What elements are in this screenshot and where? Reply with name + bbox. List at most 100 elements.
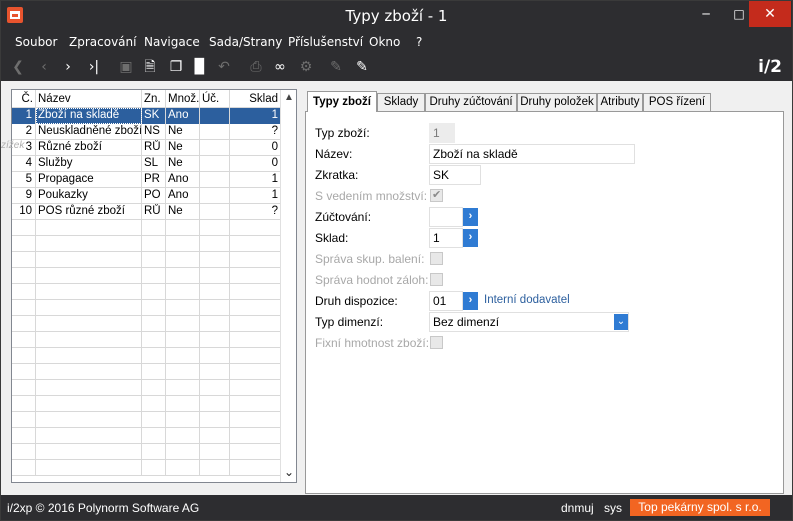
content-area: Č. Název Zn. Množ. Úč. Sklad 1 Zboží na s… bbox=[1, 81, 792, 495]
cell-nazev bbox=[36, 428, 142, 444]
save-icon[interactable]: ▣ bbox=[117, 58, 135, 76]
scroll-down-icon[interactable]: ⌄ bbox=[283, 466, 295, 478]
table-row[interactable]: 4 Služby SL Ne 0 bbox=[12, 156, 282, 172]
table-row[interactable] bbox=[12, 364, 282, 380]
cell-zn bbox=[142, 460, 166, 476]
menu-sada-strany[interactable]: Sada/Strany bbox=[209, 35, 282, 49]
table-row[interactable] bbox=[12, 348, 282, 364]
new-document-icon[interactable]: 🗎 bbox=[141, 58, 159, 76]
previous-record-icon[interactable]: ‹ bbox=[35, 58, 53, 76]
table-row[interactable]: 1 Zboží na skladě SK Ano 1 bbox=[12, 108, 282, 124]
table-row[interactable] bbox=[12, 412, 282, 428]
truncated-text: zížek bbox=[1, 140, 25, 151]
table-row[interactable] bbox=[12, 236, 282, 252]
cell-zn: RŮ bbox=[142, 140, 166, 156]
table-row[interactable]: 10 POS různé zboží RŮ Ne? bbox=[12, 204, 282, 220]
table-row[interactable] bbox=[12, 332, 282, 348]
cell-nazev: Propagace bbox=[36, 172, 142, 188]
cell-zn bbox=[142, 380, 166, 396]
col-header-sklad[interactable]: Sklad bbox=[230, 90, 282, 108]
menu-help[interactable]: ? bbox=[416, 35, 422, 49]
edit-icon[interactable]: ✎ bbox=[327, 58, 345, 76]
tab-druhy-zuctovani[interactable]: Druhy zúčtování bbox=[425, 93, 517, 111]
zuctovani-field[interactable] bbox=[429, 207, 463, 227]
table-row[interactable]: 9 Poukazky PO Ano 1 bbox=[12, 188, 282, 204]
sklad-lookup-icon[interactable]: › bbox=[463, 229, 478, 247]
menu-prislusenstvi[interactable]: Příslušenství bbox=[288, 35, 363, 49]
status-company-badge[interactable]: Top pekárny spol. s r.o. bbox=[630, 499, 770, 516]
col-header-cislo[interactable]: Č. bbox=[12, 90, 36, 108]
table-row[interactable] bbox=[12, 300, 282, 316]
table-row[interactable]: 2 Neuskladněné zboží NS Ne? bbox=[12, 124, 282, 140]
cell-mnoz bbox=[166, 284, 200, 300]
table-row[interactable]: 5 Propagace PR Ano 1 bbox=[12, 172, 282, 188]
tab-sklady[interactable]: Sklady bbox=[377, 93, 425, 111]
cell-nazev bbox=[36, 396, 142, 412]
table-row[interactable] bbox=[12, 460, 282, 476]
druh-dispozice-lookup-icon[interactable]: › bbox=[463, 292, 478, 310]
menu-zpracovani[interactable]: Zpracování bbox=[69, 35, 136, 49]
first-record-icon[interactable]: ❮ bbox=[9, 58, 27, 76]
next-record-icon[interactable]: › bbox=[59, 58, 77, 76]
col-header-mnoz[interactable]: Množ. bbox=[166, 90, 200, 108]
undo-icon[interactable]: ↶ bbox=[215, 58, 233, 76]
link-icon[interactable]: ∞ bbox=[271, 58, 289, 76]
cell-mnoz bbox=[166, 236, 200, 252]
table-row[interactable] bbox=[12, 316, 282, 332]
typ-zbozi-label: Typ zboží: bbox=[315, 126, 370, 140]
table-row[interactable] bbox=[12, 444, 282, 460]
nazev-field[interactable]: Zboží na skladě bbox=[429, 144, 635, 164]
menu-okno[interactable]: Okno bbox=[369, 35, 400, 49]
scroll-up-icon[interactable]: ▲ bbox=[283, 92, 295, 104]
sprava-hodnot-checkbox[interactable] bbox=[430, 273, 443, 286]
table-row[interactable] bbox=[12, 268, 282, 284]
cell-cislo bbox=[12, 396, 36, 412]
col-header-nazev[interactable]: Název bbox=[36, 90, 142, 108]
cell-uc bbox=[200, 220, 230, 236]
tab-pos-rizeni[interactable]: POS řízení bbox=[643, 93, 711, 111]
table-row[interactable] bbox=[12, 396, 282, 412]
table-row[interactable] bbox=[12, 220, 282, 236]
tab-druhy-polozek[interactable]: Druhy položek bbox=[517, 93, 597, 111]
print-icon[interactable]: ⎙ bbox=[247, 58, 265, 76]
cell-mnoz bbox=[166, 412, 200, 428]
table-row[interactable] bbox=[12, 380, 282, 396]
cell-mnoz bbox=[166, 220, 200, 236]
main-window: Typy zboží - 1 ─ □ ✕ Soubor Zpracování N… bbox=[0, 0, 793, 521]
table-row[interactable] bbox=[12, 284, 282, 300]
menu-soubor[interactable]: Soubor bbox=[15, 35, 57, 49]
copy-icon[interactable]: ❐ bbox=[167, 58, 185, 76]
tab-atributy[interactable]: Atributy bbox=[597, 93, 643, 111]
tab-typy-zbozi[interactable]: Typy zboží bbox=[307, 91, 377, 112]
cell-mnoz bbox=[166, 316, 200, 332]
cell-nazev bbox=[36, 300, 142, 316]
druh-dispozice-field[interactable]: 01 bbox=[429, 291, 463, 311]
last-record-icon[interactable]: ›| bbox=[85, 58, 103, 76]
col-header-uc[interactable]: Úč. bbox=[200, 90, 230, 108]
cell-nazev: Poukazky bbox=[36, 188, 142, 204]
fixni-hmotnost-checkbox[interactable] bbox=[430, 336, 443, 349]
s-vedenim-checkbox[interactable]: ✔ bbox=[430, 189, 443, 202]
menu-navigace[interactable]: Navigace bbox=[144, 35, 200, 49]
table-row[interactable] bbox=[12, 428, 282, 444]
sklad-field[interactable]: 1 bbox=[429, 228, 463, 248]
settings-icon[interactable]: ⚙ bbox=[297, 58, 315, 76]
cell-nazev bbox=[36, 380, 142, 396]
cell-zn bbox=[142, 412, 166, 428]
col-header-zn[interactable]: Zn. bbox=[142, 90, 166, 108]
close-icon[interactable]: ✕ bbox=[749, 1, 791, 27]
types-grid[interactable]: Č. Název Zn. Množ. Úč. Sklad 1 Zboží na s… bbox=[11, 89, 297, 483]
chevron-down-icon[interactable]: ⌄ bbox=[614, 314, 628, 330]
delete-icon[interactable]: ▉ bbox=[191, 58, 209, 76]
table-row[interactable]: 3 Různé zboží RŮ Ne 0 bbox=[12, 140, 282, 156]
sprava-skup-checkbox[interactable] bbox=[430, 252, 443, 265]
grid-scrollbar[interactable]: ▲ ⌄ bbox=[280, 90, 296, 482]
table-row[interactable] bbox=[12, 252, 282, 268]
typ-dimenzi-select[interactable]: Bez dimenzí bbox=[429, 312, 629, 332]
cell-mnoz bbox=[166, 332, 200, 348]
pencil-icon[interactable]: ✎ bbox=[353, 58, 371, 76]
minimize-icon[interactable]: ─ bbox=[691, 1, 721, 27]
zkratka-field[interactable]: SK bbox=[429, 165, 481, 185]
zuctovani-lookup-icon[interactable]: › bbox=[463, 208, 478, 226]
cell-cislo bbox=[12, 364, 36, 380]
